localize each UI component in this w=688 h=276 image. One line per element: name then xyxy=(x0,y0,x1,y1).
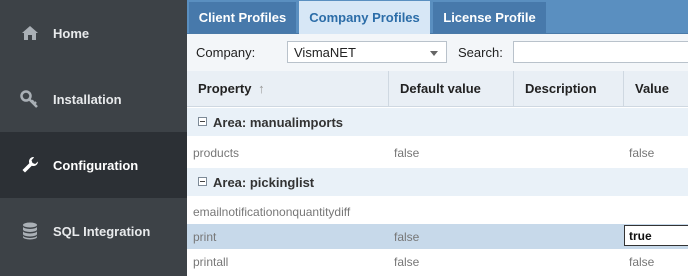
cell-property: print xyxy=(193,230,217,244)
sidebar-item-label: SQL Integration xyxy=(53,223,151,239)
value-edit-field[interactable]: true xyxy=(624,225,688,246)
group-label: Area: manualimports xyxy=(213,115,344,130)
sidebar-item-label: Installation xyxy=(53,91,122,107)
cell-value[interactable]: false xyxy=(629,146,654,160)
search-label: Search: xyxy=(458,45,503,60)
table-row-selected[interactable]: print false true xyxy=(187,224,688,249)
cell-default-value: false xyxy=(394,230,420,244)
sidebar: Home Installation Configuration SQL Inte… xyxy=(0,0,187,276)
home-icon xyxy=(20,23,40,43)
sidebar-item-home[interactable]: Home xyxy=(0,0,187,66)
cell-property: emailnotificationonquantitydiff xyxy=(193,205,351,219)
cell-default-value: false xyxy=(394,255,420,269)
company-select-value: VismaNET xyxy=(294,45,356,60)
table-row[interactable]: printall false false xyxy=(187,249,688,274)
tab-client-profiles[interactable]: Client Profiles xyxy=(189,2,296,33)
cell-default-value: false xyxy=(394,146,420,160)
sort-ascending-icon: ↑ xyxy=(258,81,265,96)
search-input[interactable] xyxy=(513,41,688,63)
tab-license-profile[interactable]: License Profile xyxy=(433,2,546,33)
cell-property: printall xyxy=(193,255,229,269)
sidebar-item-installation[interactable]: Installation xyxy=(0,66,187,132)
column-header-label: Property xyxy=(198,81,252,96)
column-header-default-value[interactable]: Default value xyxy=(389,71,514,106)
main-panel: Client Profiles Company Profiles License… xyxy=(187,0,688,276)
column-header-value[interactable]: Value xyxy=(624,71,688,106)
group-row-pickinglist[interactable]: Area: pickinglist xyxy=(187,168,688,196)
group-row-manualimports[interactable]: Area: manualimports xyxy=(187,108,688,136)
sidebar-item-label: Home xyxy=(53,25,90,41)
sidebar-item-sql-integration[interactable]: SQL Integration xyxy=(0,198,187,264)
company-select[interactable]: VismaNET xyxy=(287,41,447,63)
group-label: Area: pickinglist xyxy=(213,175,315,190)
sidebar-item-configuration[interactable]: Configuration xyxy=(0,132,187,198)
sidebar-item-label: Configuration xyxy=(53,157,139,173)
column-header-description[interactable]: Description xyxy=(514,71,624,106)
cell-property: products xyxy=(193,146,240,160)
grid-header: Property ↑ Default value Description Val… xyxy=(187,71,688,107)
chevron-down-icon xyxy=(430,51,438,56)
database-icon xyxy=(20,221,40,241)
table-row[interactable]: products false false xyxy=(187,140,688,165)
table-row[interactable]: emailnotificationonquantitydiff xyxy=(187,199,688,224)
company-label: Company: xyxy=(196,45,256,60)
cell-value[interactable]: false xyxy=(629,255,654,269)
collapse-icon[interactable] xyxy=(198,177,207,186)
tab-company-profiles[interactable]: Company Profiles xyxy=(299,1,430,34)
wrench-icon xyxy=(20,155,40,175)
tab-bar: Client Profiles Company Profiles License… xyxy=(187,0,688,34)
key-icon xyxy=(20,89,40,109)
collapse-icon[interactable] xyxy=(198,117,207,126)
toolbar: Company: VismaNET Search: xyxy=(187,34,688,72)
column-header-property[interactable]: Property ↑ xyxy=(187,71,389,106)
